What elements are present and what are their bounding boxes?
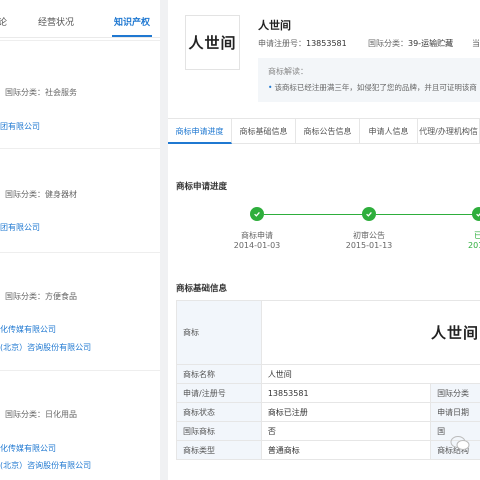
- extra-meta: 当: [472, 39, 480, 48]
- progress-step-date: 2014-01-03: [233, 241, 281, 250]
- reg-no-label: 申请注册号：: [258, 39, 306, 48]
- progress-section-title: 商标申请进度: [176, 182, 228, 192]
- record-company-link[interactable]: 团有限公司: [0, 222, 40, 233]
- record-class-label: 国际分类：社会服务: [5, 88, 77, 97]
- table-trademark-logo: 人世间: [430, 324, 479, 342]
- record-class-label: 国际分类：日化用品: [5, 410, 77, 419]
- tab-intellectual-property[interactable]: 知识产权: [114, 15, 150, 28]
- table-logo-cell: 人世间: [260, 300, 480, 365]
- left-tab-bar: 论 经营状况 知识产权: [0, 0, 160, 38]
- left-panel: 论 经营状况 知识产权 国际分类：社会服务 团有限公司 国际分类：健身器材 团有…: [0, 0, 160, 480]
- tab-announcement-info[interactable]: 商标公告信息: [296, 119, 360, 144]
- trademark-detail-panel: 人世间 人世间 申请注册号：13853581 国际分类：39-运输贮藏 当 商标…: [168, 0, 480, 480]
- progress-step-check-icon: [362, 207, 376, 221]
- record-class-label: 国际分类：健身器材: [5, 190, 77, 199]
- table-value-cell: 普通商标: [260, 440, 432, 460]
- table-key-cell: 商标状态: [176, 402, 262, 422]
- table-row: 商标状态 商标已注册 申请日期: [176, 402, 480, 422]
- intl-class-meta: 国际分类：39-运输贮藏: [368, 38, 453, 49]
- tab-lawsuit[interactable]: 论: [0, 15, 7, 28]
- progress-step-check-icon: [250, 207, 264, 221]
- progress-line: [376, 214, 480, 215]
- progress-line: [264, 214, 368, 215]
- table-key-cell: 国际分类: [430, 383, 480, 403]
- divider: [0, 40, 160, 41]
- table-key-cell: 商标: [176, 300, 262, 365]
- table-value-cell: 商标已注册: [260, 402, 432, 422]
- table-row: 国际商标 否 国: [176, 421, 480, 441]
- detail-tab-bar: 商标申请进度 商标基础信息 商标公告信息 申请人信息 代理/办理机构信: [168, 118, 480, 144]
- tab-operating-status[interactable]: 经营状况: [38, 15, 74, 28]
- tab-application-progress[interactable]: 商标申请进度: [168, 119, 232, 144]
- reg-no-meta: 申请注册号：13853581: [258, 38, 347, 49]
- progress-step-label: 初审公告: [353, 231, 385, 240]
- tab-applicant-info[interactable]: 申请人信息: [360, 119, 418, 144]
- progress-step-date: 2015-01-13: [345, 241, 393, 250]
- tab-agency-info[interactable]: 代理/办理机构信: [418, 119, 480, 144]
- trademark-hint-box: 商标解读： • 该商标已经注册满三年，如侵犯了您的品牌，并且可证明该商: [258, 58, 480, 102]
- table-key-cell: 申请日期: [430, 402, 480, 422]
- table-row: 商标类型 普通商标 商标结构: [176, 440, 480, 460]
- tab-basic-info[interactable]: 商标基础信息: [232, 119, 296, 144]
- basic-info-section-title: 商标基础信息: [176, 284, 228, 294]
- record-company-link[interactable]: (北京）咨询股份有限公司: [0, 342, 91, 353]
- trademark-logo-text: 人世间: [188, 34, 237, 52]
- record-company-link[interactable]: 化传媒有限公司: [0, 443, 56, 454]
- progress-step-check-icon: [472, 207, 480, 221]
- table-value-cell: 13853581: [260, 383, 432, 403]
- trademark-name: 人世间: [258, 19, 291, 32]
- table-row: 商标 人世间: [176, 300, 480, 365]
- wechat-watermark-icon: [450, 436, 470, 450]
- progress-step-label: 已注: [474, 231, 480, 240]
- record-company-link[interactable]: 团有限公司: [0, 121, 40, 132]
- table-key-cell: 国际商标: [176, 421, 262, 441]
- divider: [0, 252, 160, 253]
- record-company-link[interactable]: (北京）咨询股份有限公司: [0, 460, 91, 471]
- intl-class-label: 国际分类：: [368, 39, 408, 48]
- bullet-dot-icon: •: [268, 83, 273, 92]
- divider: [0, 148, 160, 149]
- table-value-cell: 人世间: [260, 364, 480, 384]
- record-company-link[interactable]: 化传媒有限公司: [0, 324, 56, 335]
- table-value-cell: 否: [260, 421, 432, 441]
- progress-step-date: 2015-: [468, 241, 480, 250]
- table-key-cell: 商标类型: [176, 440, 262, 460]
- trademark-logo: 人世间: [185, 15, 240, 70]
- reg-no-value: 13853581: [306, 39, 347, 48]
- hint-text: • 该商标已经注册满三年，如侵犯了您的品牌，并且可证明该商: [268, 82, 477, 93]
- hint-title: 商标解读：: [268, 67, 308, 76]
- record-class-label: 国际分类：方便食品: [5, 292, 77, 301]
- progress-step-label: 商标申请: [241, 231, 273, 240]
- hint-text-body: 该商标已经注册满三年，如侵犯了您的品牌，并且可证明该商: [274, 83, 477, 92]
- table-key-cell: 申请/注册号: [176, 383, 262, 403]
- table-key-cell: 商标名称: [176, 364, 262, 384]
- table-row: 申请/注册号 13853581 国际分类: [176, 383, 480, 403]
- active-tab-underline: [112, 35, 152, 37]
- divider: [0, 370, 160, 371]
- intl-class-value: 39-运输贮藏: [408, 39, 454, 48]
- table-row: 商标名称 人世间: [176, 364, 480, 384]
- basic-info-table: 商标 人世间 商标名称 人世间 申请/注册号 13853581 国际分类 商标状…: [176, 300, 480, 460]
